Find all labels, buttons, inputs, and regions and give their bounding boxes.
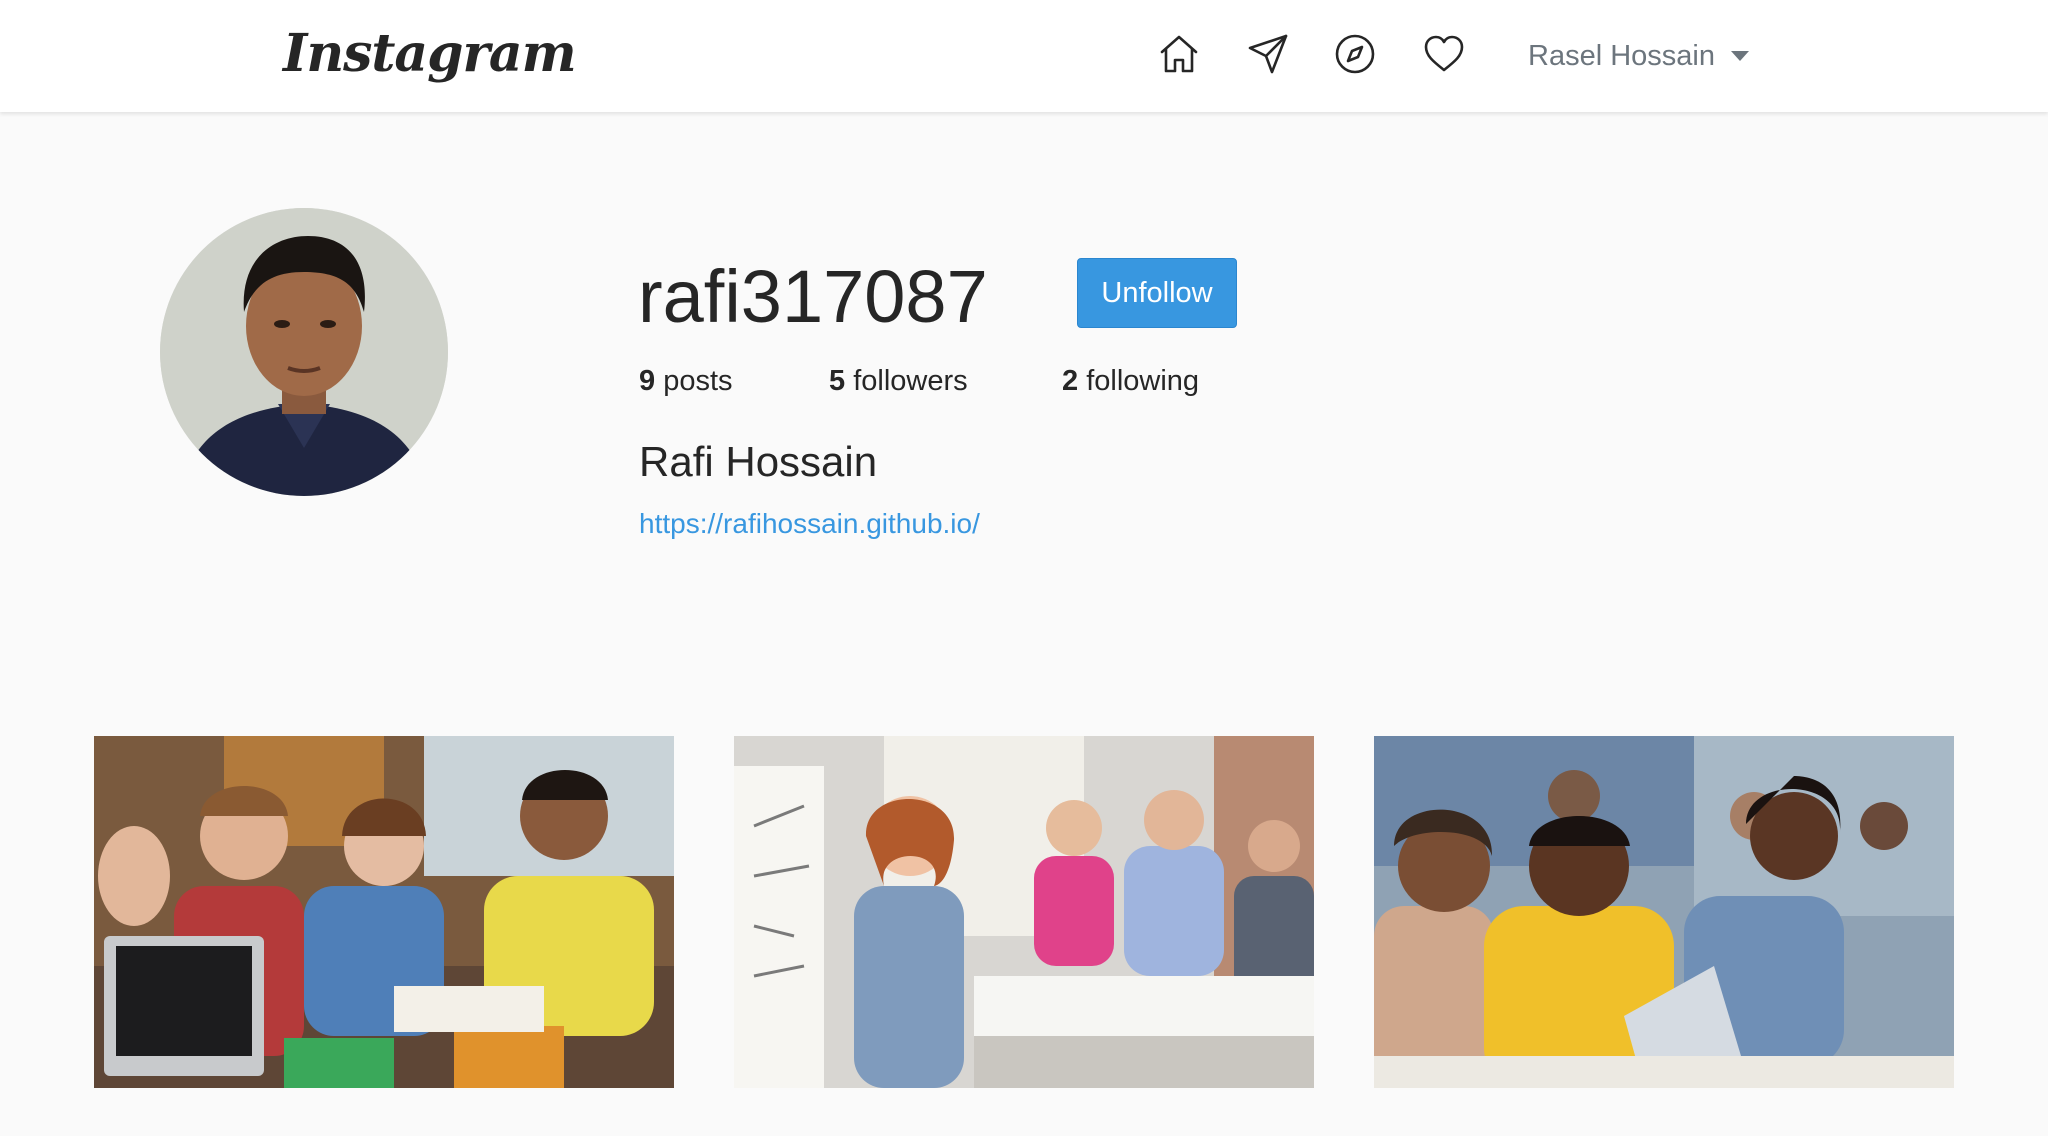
profile-website-link[interactable]: https://rafihossain.github.io/ [639,506,980,542]
home-icon[interactable] [1155,30,1203,78]
top-navbar: Instagram Rasel Hossain [0,0,2048,112]
post-thumbnail-2[interactable] [734,736,1314,1088]
stat-followers-label: followers [853,365,968,397]
profile-username: rafi317087 [638,255,988,338]
profile-full-name: Rafi Hossain [639,438,878,485]
stat-following-count: 2 [1062,365,1079,397]
stat-posts[interactable]: 9 posts [639,361,733,401]
paper-plane-icon[interactable] [1244,30,1292,78]
instagram-logo[interactable]: Instagram [283,14,577,94]
user-menu-dropdown[interactable]: Rasel Hossain [1528,34,1749,78]
stat-posts-count: 9 [639,365,656,397]
unfollow-button[interactable]: Unfollow [1077,258,1237,328]
stat-following[interactable]: 2 following [1062,361,1199,401]
post-thumbnail-1[interactable] [94,736,674,1088]
compass-icon[interactable] [1331,30,1379,78]
user-menu-label: Rasel Hossain [1528,39,1715,72]
stat-following-label: following [1086,365,1200,397]
stat-posts-label: posts [663,365,733,397]
post-thumbnail-3[interactable] [1374,736,1954,1088]
chevron-down-icon [1730,51,1749,61]
profile-avatar[interactable] [160,208,448,496]
stat-followers-count: 5 [829,365,846,397]
heart-icon[interactable] [1420,30,1468,78]
stat-followers[interactable]: 5 followers [829,361,968,401]
